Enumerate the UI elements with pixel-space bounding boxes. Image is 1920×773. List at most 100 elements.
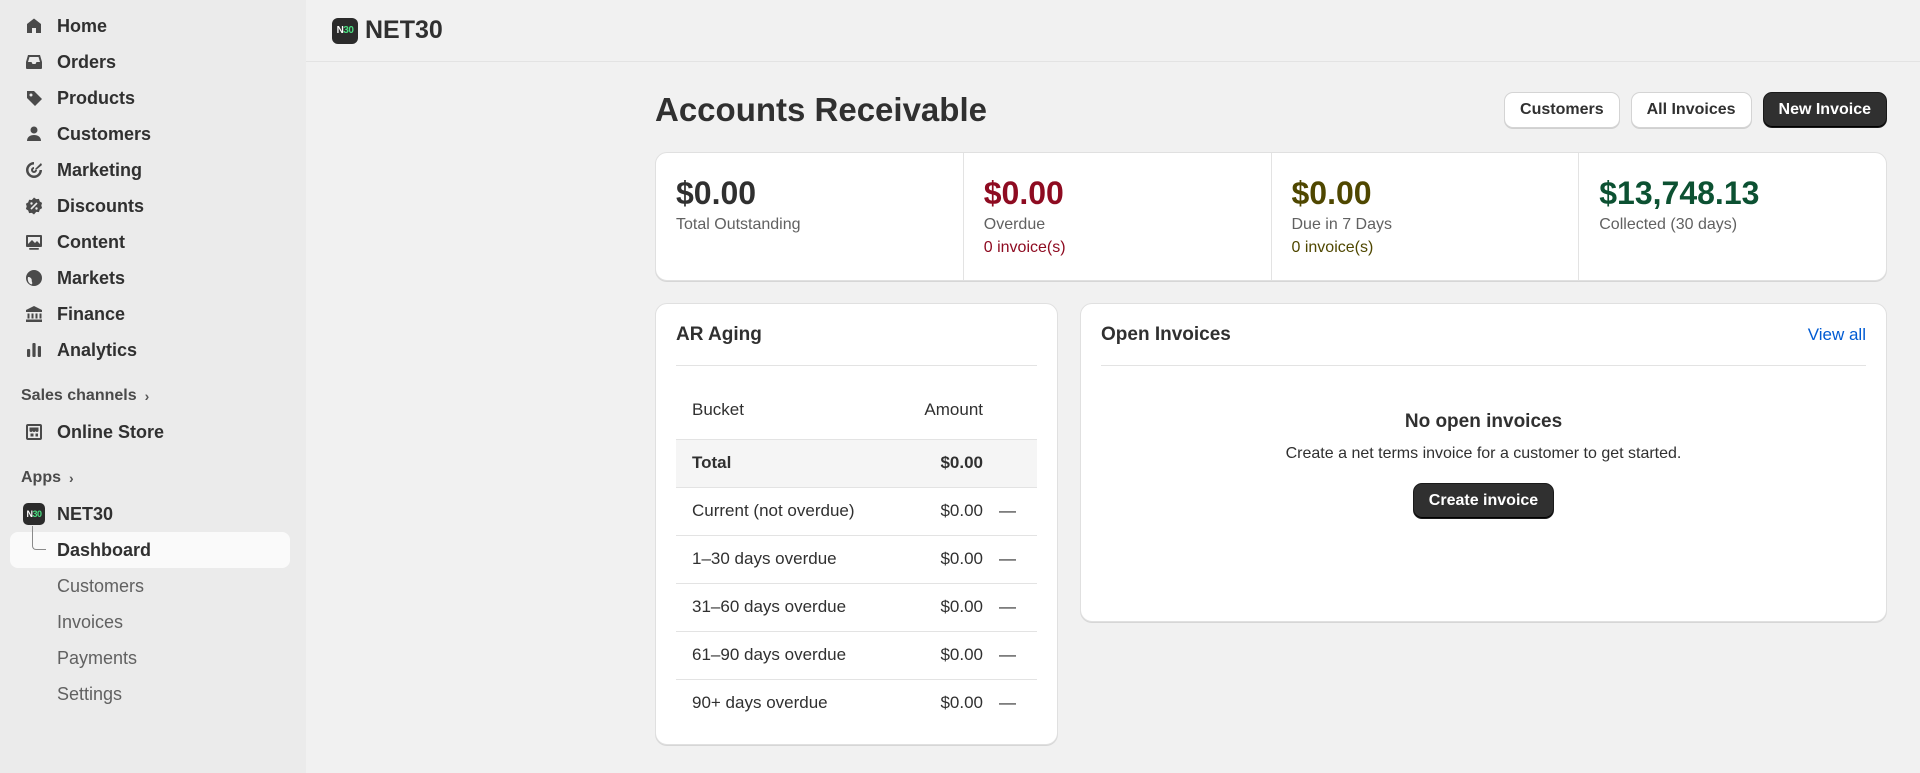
inbox-icon bbox=[22, 50, 46, 74]
chevron-right-icon: › bbox=[144, 388, 150, 404]
customers-button[interactable]: Customers bbox=[1504, 92, 1620, 128]
card-header: AR Aging bbox=[676, 304, 1037, 366]
page-header: Accounts Receivable Customers All Invoic… bbox=[655, 90, 1887, 130]
amount-cell: $0.00 bbox=[893, 631, 983, 680]
sales-channels-header[interactable]: Sales channels › bbox=[0, 378, 306, 414]
table-row: 1–30 days overdue $0.00 — bbox=[676, 535, 1037, 584]
nav-item-online-store[interactable]: Online Store bbox=[0, 414, 306, 450]
sales-channels-label: Sales channels bbox=[21, 387, 137, 404]
apps-label: Apps bbox=[21, 469, 61, 486]
ar-aging-card: AR Aging Bucket Amount Total $0.00 Curre… bbox=[655, 303, 1058, 745]
nav-item-discounts[interactable]: Discounts bbox=[0, 188, 306, 224]
sub-item-dashboard[interactable]: Dashboard bbox=[10, 526, 290, 568]
nav-item-markets[interactable]: Markets bbox=[0, 260, 306, 296]
bucket-cell: 1–30 days overdue bbox=[676, 535, 893, 584]
nav-item-label: Analytics bbox=[57, 339, 138, 360]
nav-item-orders[interactable]: Orders bbox=[0, 44, 306, 80]
card-title: AR Aging bbox=[676, 323, 762, 345]
discount-icon bbox=[22, 194, 46, 218]
apps-header[interactable]: Apps › bbox=[0, 460, 306, 496]
stat-collected-30-days: $13,748.13 Collected (30 days) bbox=[1579, 153, 1886, 280]
nav-item-marketing[interactable]: Marketing bbox=[0, 152, 306, 188]
store-icon bbox=[22, 420, 46, 444]
nav-item-label: Products bbox=[57, 87, 136, 108]
table-row: 61–90 days overdue $0.00 — bbox=[676, 631, 1037, 680]
nav-item-analytics[interactable]: Analytics bbox=[0, 332, 306, 368]
trend-cell: — bbox=[983, 487, 1037, 536]
stat-label: Collected (30 days) bbox=[1599, 216, 1738, 233]
amount-cell: $0.00 bbox=[893, 583, 983, 632]
nav-item-home[interactable]: Home bbox=[0, 8, 306, 44]
page-title: Accounts Receivable bbox=[655, 91, 987, 128]
sub-item-label: Customers bbox=[57, 575, 145, 596]
sub-item-customers[interactable]: Customers bbox=[0, 568, 306, 604]
app-topbar: N 30 NET30 bbox=[306, 0, 1920, 62]
chevron-right-icon: › bbox=[69, 470, 74, 486]
image-icon bbox=[22, 230, 46, 254]
nav-item-label: Finance bbox=[57, 303, 126, 324]
all-invoices-button[interactable]: All Invoices bbox=[1630, 92, 1752, 128]
stat-label: Total Outstanding bbox=[676, 216, 801, 233]
main-content: Accounts Receivable Customers All Invoic… bbox=[655, 90, 1887, 745]
nav-item-label: Content bbox=[57, 231, 125, 252]
stat-total-outstanding: $0.00 Total Outstanding bbox=[656, 153, 964, 280]
sidebar: Home Orders Products Customers Marketing… bbox=[0, 0, 306, 773]
stat-due-7-days: $0.00 Due in 7 Days 0 invoice(s) bbox=[1272, 153, 1580, 280]
sub-item-invoices[interactable]: Invoices bbox=[0, 604, 306, 640]
table-row: 31–60 days overdue $0.00 — bbox=[676, 583, 1037, 632]
table-row: 90+ days overdue $0.00 — bbox=[676, 679, 1037, 727]
bucket-cell: 90+ days overdue bbox=[692, 693, 828, 713]
net30-logo-icon: N 30 bbox=[332, 17, 358, 44]
stat-invoice-count: 0 invoice(s) bbox=[983, 239, 1066, 256]
stat-value: $0.00 bbox=[676, 175, 757, 211]
stat-label: Overdue bbox=[983, 216, 1046, 233]
amount-cell: $0.00 bbox=[893, 487, 983, 536]
stat-invoice-count: 0 invoice(s) bbox=[1291, 239, 1374, 256]
bank-icon bbox=[22, 302, 46, 326]
nav-item-products[interactable]: Products bbox=[0, 80, 306, 116]
sub-item-label: Dashboard bbox=[57, 539, 152, 560]
view-all-link[interactable]: View all bbox=[1808, 325, 1866, 345]
stats-card: $0.00 Total Outstanding $0.00 Overdue 0 … bbox=[655, 152, 1887, 281]
sub-item-label: Settings bbox=[57, 683, 123, 704]
table-header-row: Bucket Amount bbox=[676, 381, 1037, 440]
sub-item-payments[interactable]: Payments bbox=[0, 640, 306, 676]
sub-item-label: Payments bbox=[57, 647, 138, 668]
stat-value: $0.00 bbox=[983, 175, 1064, 211]
bucket-cell: 31–60 days overdue bbox=[676, 583, 893, 632]
stat-label: Due in 7 Days bbox=[1291, 216, 1393, 233]
nav-item-label: NET30 bbox=[57, 503, 114, 524]
nav-item-customers[interactable]: Customers bbox=[0, 116, 306, 152]
new-invoice-button[interactable]: New Invoice bbox=[1762, 92, 1887, 128]
bar-chart-icon bbox=[22, 338, 46, 362]
sub-item-settings[interactable]: Settings bbox=[0, 676, 306, 712]
empty-state-text: Create a net terms invoice for a custome… bbox=[1285, 445, 1682, 462]
trend-cell: — bbox=[983, 631, 1037, 680]
tree-connector bbox=[32, 526, 46, 550]
amount-cell: $0.00 bbox=[940, 693, 983, 713]
nav-item-label: Online Store bbox=[57, 421, 165, 442]
page-actions: Customers All Invoices New Invoice bbox=[1504, 92, 1887, 128]
sub-item-label: Invoices bbox=[57, 611, 124, 632]
bucket-cell: 61–90 days overdue bbox=[676, 631, 893, 680]
open-invoices-card: Open Invoices View all No open invoices … bbox=[1080, 303, 1887, 622]
stat-value: $13,748.13 bbox=[1599, 175, 1760, 211]
card-title: Open Invoices bbox=[1101, 323, 1231, 345]
nav-item-label: Orders bbox=[57, 51, 117, 72]
create-invoice-button[interactable]: Create invoice bbox=[1412, 483, 1555, 519]
net30-logo-icon: N 30 bbox=[22, 502, 46, 526]
amount-cell: $0.00 bbox=[893, 439, 983, 488]
nav-item-finance[interactable]: Finance bbox=[0, 296, 306, 332]
column-header-bucket: Bucket bbox=[676, 381, 893, 440]
nav-item-label: Marketing bbox=[57, 159, 143, 180]
table-row: Current (not overdue) $0.00 — bbox=[676, 487, 1037, 536]
trend-cell: — bbox=[999, 693, 1016, 713]
table-row-total: Total $0.00 bbox=[676, 439, 1037, 488]
trend-cell: — bbox=[983, 535, 1037, 584]
app-title: NET30 bbox=[365, 16, 443, 44]
nav-item-content[interactable]: Content bbox=[0, 224, 306, 260]
empty-state: No open invoices Create a net terms invo… bbox=[1101, 366, 1866, 519]
nav-item-label: Markets bbox=[57, 267, 126, 288]
amount-cell: $0.00 bbox=[893, 535, 983, 584]
column-header-amount: Amount bbox=[893, 381, 1037, 440]
